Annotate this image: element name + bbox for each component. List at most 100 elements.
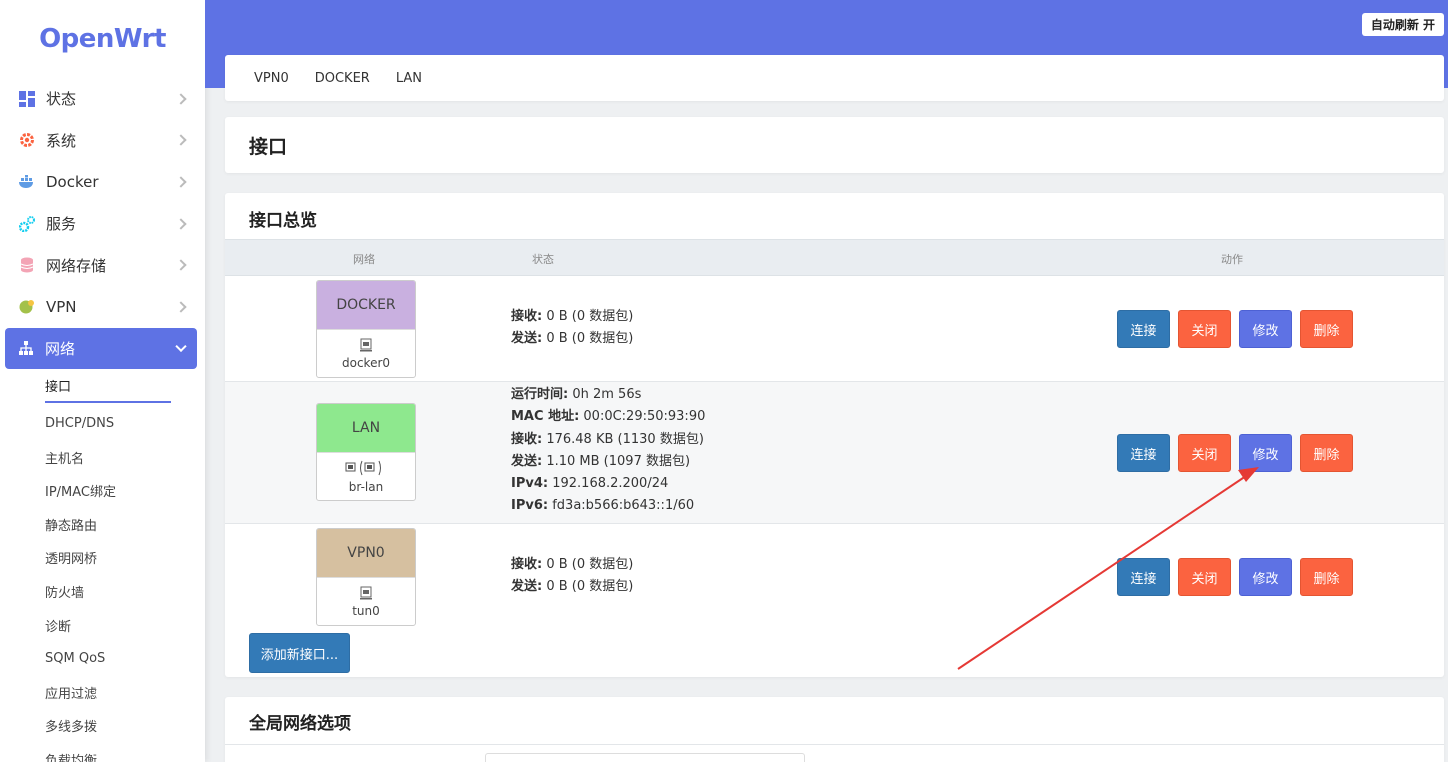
sidebar-item-docker[interactable]: Docker <box>0 161 205 203</box>
interface-status: 接收: 0 B (0 数据包) 发送: 0 B (0 数据包) <box>511 306 633 351</box>
auto-refresh-toggle[interactable]: 自动刷新 开 <box>1361 13 1444 36</box>
global-network-options: 全局网络选项 <box>225 697 1444 762</box>
dashboard-icon <box>18 90 36 108</box>
stop-button[interactable]: 关闭 <box>1178 558 1231 596</box>
interface-overview: 接口总览 网络 状态 动作 DOCKER docker0 接收: 0 B (0 … <box>225 193 1444 677</box>
device-name: tun0 <box>352 603 380 618</box>
gear-icon <box>18 131 36 149</box>
sidebar-item-system[interactable]: 系统 <box>0 120 205 162</box>
sidebar-item-network[interactable]: 网络 <box>5 327 197 370</box>
ethernet-port-icon <box>360 338 372 356</box>
sidebar-item-label: 系统 <box>46 131 77 150</box>
subnav-multiwan[interactable]: 多线多拨 <box>0 709 205 743</box>
ethernet-port-icon <box>360 586 372 604</box>
table-header: 网络 状态 动作 <box>225 239 1444 276</box>
subnav-static-routes[interactable]: 静态路由 <box>0 508 205 542</box>
sidebar: OpenWrt 状态 系统 Docker 服务 网络存储 VPN 网络 接口 D… <box>0 0 205 762</box>
sidebar-item-storage[interactable]: 网络存储 <box>0 244 205 286</box>
column-header-status: 状态 <box>532 253 554 266</box>
page-title: 接口 <box>225 117 1444 173</box>
tab-vpn0[interactable]: VPN0 <box>254 71 289 86</box>
interface-name: DOCKER <box>317 281 415 329</box>
subnav-ip-mac-binding[interactable]: IP/MAC绑定 <box>0 474 205 508</box>
storage-icon <box>18 256 36 274</box>
tab-docker[interactable]: DOCKER <box>315 71 370 86</box>
table-row: DOCKER docker0 接收: 0 B (0 数据包) 发送: 0 B (… <box>225 277 1444 382</box>
interface-badge-vpn0[interactable]: VPN0 tun0 <box>316 528 416 626</box>
row-actions: 连接 关闭 修改 删除 <box>1117 558 1361 596</box>
services-icon <box>18 215 36 233</box>
status-line: IPv4: 192.168.2.200/24 <box>511 476 669 492</box>
device-name: docker0 <box>341 355 391 370</box>
section-title: 接口总览 <box>249 211 317 231</box>
sidebar-item-services[interactable]: 服务 <box>0 203 205 245</box>
interface-badge-docker[interactable]: DOCKER docker0 <box>316 280 416 378</box>
delete-button[interactable]: 删除 <box>1300 434 1353 472</box>
interface-status: 运行时间: 0h 2m 56s MAC 地址: 00:0C:29:50:93:9… <box>511 384 705 518</box>
add-interface-button[interactable]: 添加新接口... <box>249 633 350 673</box>
subnav-diagnostics[interactable]: 诊断 <box>0 608 205 642</box>
row-actions: 连接 关闭 修改 删除 <box>1117 434 1361 472</box>
sidebar-item-label: Docker <box>46 172 99 191</box>
status-line: 发送: 1.10 MB (1097 数据包) <box>511 453 691 469</box>
interface-name: VPN0 <box>317 529 415 577</box>
connect-button[interactable]: 连接 <box>1117 558 1170 596</box>
network-icon <box>17 339 35 357</box>
sidebar-item-label: 网络存储 <box>46 256 107 275</box>
status-line: IPv6: fd3a:b566:b643::1/60 <box>511 498 695 514</box>
column-header-actions: 动作 <box>1221 253 1243 266</box>
interface-status: 接收: 0 B (0 数据包) 发送: 0 B (0 数据包) <box>511 554 633 599</box>
option-input[interactable] <box>485 753 805 762</box>
divider <box>225 744 1444 745</box>
edit-button[interactable]: 修改 <box>1239 310 1292 348</box>
chevron-down-icon <box>175 341 187 353</box>
edit-button[interactable]: 修改 <box>1239 558 1292 596</box>
subnav-dhcp-dns[interactable]: DHCP/DNS <box>0 407 205 441</box>
sidebar-item-label: 状态 <box>46 90 77 109</box>
status-line: 运行时间: 0h 2m 56s <box>511 387 642 402</box>
status-line: MAC 地址: 00:0C:29:50:93:90 <box>511 409 706 425</box>
table-row: VPN0 tun0 接收: 0 B (0 数据包) 发送: 0 B (0 数据包… <box>225 524 1444 629</box>
table-row: LAN br-lan 运行时间: 0h 2m 56s MAC 地址: 00:0C… <box>225 382 1444 524</box>
subnav-app-filter[interactable]: 应用过滤 <box>0 676 205 710</box>
subnav-hostnames[interactable]: 主机名 <box>0 440 205 474</box>
interface-name: LAN <box>317 404 415 452</box>
sidebar-item-label: 服务 <box>46 215 77 234</box>
sidebar-item-status[interactable]: 状态 <box>0 78 205 120</box>
status-line: 接收: 0 B (0 数据包) <box>511 557 634 572</box>
stop-button[interactable]: 关闭 <box>1178 310 1231 348</box>
chevron-right-icon <box>175 301 187 313</box>
status-line: 接收: 0 B (0 数据包) <box>511 309 634 324</box>
vpn-icon <box>18 298 36 316</box>
subnav-transparent-bridge[interactable]: 透明网桥 <box>0 541 205 575</box>
chevron-right-icon <box>175 134 187 147</box>
openwrt-logo[interactable]: OpenWrt <box>0 0 205 78</box>
stop-button[interactable]: 关闭 <box>1178 434 1231 472</box>
chevron-right-icon <box>175 176 187 188</box>
interface-badge-lan[interactable]: LAN br-lan <box>316 403 416 501</box>
delete-button[interactable]: 删除 <box>1300 558 1353 596</box>
column-header-network: 网络 <box>353 253 375 266</box>
subnav-interfaces[interactable]: 接口 <box>0 373 205 407</box>
connect-button[interactable]: 连接 <box>1117 310 1170 348</box>
tab-lan[interactable]: LAN <box>396 71 422 86</box>
status-line: 发送: 0 B (0 数据包) <box>511 331 634 347</box>
sidebar-item-label: 网络 <box>45 339 76 358</box>
subnav-sqm-qos[interactable]: SQM QoS <box>0 642 205 676</box>
bridge-icon <box>345 460 387 480</box>
subnav-load-balance[interactable]: 负载均衡 <box>0 743 205 762</box>
connect-button[interactable]: 连接 <box>1117 434 1170 472</box>
device-name: br-lan <box>348 479 384 494</box>
chevron-right-icon <box>175 217 187 230</box>
sidebar-item-vpn[interactable]: VPN <box>0 286 205 328</box>
chevron-right-icon <box>175 259 187 271</box>
row-actions: 连接 关闭 修改 删除 <box>1117 310 1361 348</box>
docker-icon <box>18 173 36 191</box>
section-title: 全局网络选项 <box>249 714 351 734</box>
interface-tabs: VPN0 DOCKER LAN <box>225 55 1444 101</box>
status-line: 发送: 0 B (0 数据包) <box>511 579 634 595</box>
subnav-firewall[interactable]: 防火墙 <box>0 575 205 609</box>
delete-button[interactable]: 删除 <box>1300 310 1353 348</box>
chevron-right-icon <box>175 93 187 105</box>
edit-button[interactable]: 修改 <box>1239 434 1292 472</box>
